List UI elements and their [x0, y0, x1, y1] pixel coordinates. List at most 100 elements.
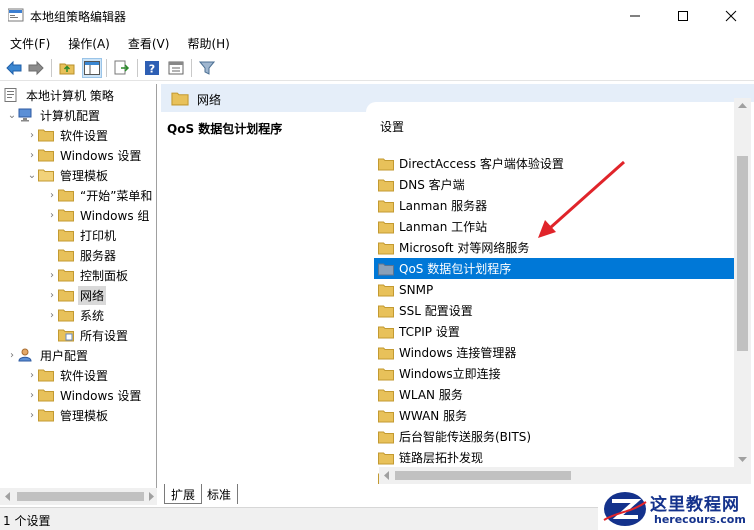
computer-icon	[18, 108, 32, 122]
scroll-down-icon[interactable]	[738, 455, 747, 463]
forward-button[interactable]	[26, 58, 46, 78]
list-item-label: WWAN 服务	[399, 409, 468, 423]
chevron-right-icon[interactable]: ›	[46, 205, 58, 225]
tree-root[interactable]: 本地计算机 策略	[4, 85, 116, 105]
tree-item-server[interactable]: 服务器	[58, 245, 118, 265]
tree-item-printers[interactable]: 打印机	[58, 225, 118, 245]
minimize-button[interactable]	[612, 0, 658, 31]
folder-icon	[378, 242, 394, 254]
list-item-label: DirectAccess 客户端体验设置	[399, 157, 564, 171]
tree-item-windows-components[interactable]: › Windows 组	[46, 205, 151, 225]
tab-standard[interactable]: 标准	[201, 484, 239, 504]
tree-item-system[interactable]: › 系统	[46, 305, 106, 325]
chevron-right-icon[interactable]: ›	[46, 185, 58, 205]
menu-action[interactable]: 操作(A)	[58, 31, 118, 53]
list-item-label: 链路层拓扑发现	[399, 451, 484, 465]
list-item-label: SSL 配置设置	[399, 304, 473, 318]
folder-icon	[378, 326, 394, 338]
up-one-level-button[interactable]	[58, 58, 78, 78]
scrollbar-thumb[interactable]	[395, 471, 571, 480]
properties-button[interactable]	[166, 58, 186, 78]
tab-extended[interactable]: 扩展	[164, 484, 203, 504]
list-item[interactable]: QoS 数据包计划程序	[374, 258, 734, 279]
tree-horizontal-scrollbar[interactable]	[0, 488, 157, 505]
folder-icon	[378, 305, 394, 317]
list-item[interactable]: DirectAccess 客户端体验设置	[374, 153, 734, 174]
chevron-right-icon[interactable]: ›	[26, 405, 38, 425]
filter-icon	[199, 61, 215, 75]
tree-label: 所有设置	[80, 328, 129, 343]
scroll-up-icon[interactable]	[738, 102, 747, 110]
chevron-right-icon[interactable]: ›	[26, 145, 38, 165]
chevron-right-icon[interactable]: ›	[26, 365, 38, 385]
properties-icon	[168, 61, 184, 75]
scroll-left-icon[interactable]	[4, 492, 12, 501]
list-item[interactable]: SSL 配置设置	[374, 300, 734, 321]
chevron-right-icon[interactable]: ›	[46, 305, 58, 325]
list-item[interactable]: Windows 连接管理器	[374, 342, 734, 363]
scroll-left-icon[interactable]	[383, 471, 391, 480]
list-item[interactable]: 链路层拓扑发现	[374, 447, 734, 468]
column-header-settings[interactable]: 设置	[380, 118, 404, 135]
filter-button[interactable]	[197, 58, 217, 78]
list-item[interactable]: Lanman 服务器	[374, 195, 734, 216]
folder-icon	[378, 452, 394, 464]
minimize-icon	[630, 15, 640, 16]
scrollbar-thumb[interactable]	[17, 492, 144, 501]
chevron-right-icon[interactable]: ›	[26, 125, 38, 145]
list-item[interactable]: TCPIP 设置	[374, 321, 734, 342]
list-horizontal-scrollbar[interactable]	[379, 467, 734, 484]
site-watermark: 这里教程网 herecours.com	[598, 488, 754, 530]
chevron-right-icon[interactable]: ›	[26, 385, 38, 405]
list-item[interactable]: Microsoft 对等网络服务	[374, 237, 734, 258]
export-list-button[interactable]	[112, 58, 132, 78]
tree-label: 系统	[80, 308, 105, 323]
menu-help[interactable]: 帮助(H)	[177, 31, 237, 53]
tree-item-windows-settings[interactable]: › Windows 设置	[26, 145, 143, 165]
chevron-right-icon[interactable]: ›	[46, 265, 58, 285]
help-button[interactable]: ?	[142, 58, 162, 78]
tree-label: 打印机	[80, 228, 117, 243]
chevron-down-icon[interactable]: ⌄	[6, 105, 18, 125]
close-button[interactable]	[708, 0, 754, 31]
list-item-label: Microsoft 对等网络服务	[399, 241, 530, 255]
tree-item-control-panel[interactable]: › 控制面板	[46, 265, 130, 285]
tree-pane: 本地计算机 策略 ⌄ 计算机配置 › 软件设置 › Windows 设置 ⌄ 管…	[0, 84, 157, 505]
show-hide-tree-button[interactable]	[82, 58, 102, 78]
tree-item-software-settings[interactable]: › 软件设置	[26, 125, 110, 145]
chevron-down-icon[interactable]: ⌄	[26, 165, 38, 185]
menu-file[interactable]: 文件(F)	[0, 31, 58, 53]
scrollbar-thumb[interactable]	[737, 156, 748, 351]
tree-item-computer-config[interactable]: ⌄ 计算机配置	[6, 105, 102, 125]
list-vertical-scrollbar[interactable]	[734, 98, 751, 468]
tree-item-user-windows-settings[interactable]: › Windows 设置	[26, 385, 143, 405]
tree-label: 本地计算机 策略	[26, 88, 114, 103]
tree-item-network[interactable]: › 网络	[46, 285, 107, 305]
list-item[interactable]: 后台智能传送服务(BITS)	[374, 426, 734, 447]
list-item[interactable]: DNS 客户端	[374, 174, 734, 195]
folder-icon	[58, 189, 74, 202]
list-item[interactable]: WWAN 服务	[374, 405, 734, 426]
tree-item-admin-templates[interactable]: ⌄ 管理模板	[26, 165, 110, 185]
list-item[interactable]: WLAN 服务	[374, 384, 734, 405]
list-item[interactable]: SNMP	[374, 279, 734, 300]
tree-item-all-settings[interactable]: 所有设置	[58, 325, 130, 345]
folder-icon	[58, 309, 74, 322]
tree-item-user-software-settings[interactable]: › 软件设置	[26, 365, 110, 385]
scroll-right-icon[interactable]	[147, 492, 155, 501]
back-button[interactable]	[4, 58, 24, 78]
folder-icon	[378, 431, 394, 443]
folder-icon	[58, 249, 74, 262]
tree-item-start-menu[interactable]: › “开始”菜单和	[46, 185, 154, 205]
list-item[interactable]: Windows立即连接	[374, 363, 734, 384]
chevron-right-icon[interactable]: ›	[46, 285, 58, 305]
list-item-label: SNMP	[399, 282, 434, 297]
menu-view[interactable]: 查看(V)	[118, 31, 178, 53]
list-item[interactable]: Lanman 工作站	[374, 216, 734, 237]
tree-item-user-config[interactable]: › 用户配置	[6, 345, 90, 365]
forward-arrow-icon	[28, 60, 44, 76]
chevron-right-icon[interactable]: ›	[6, 345, 18, 365]
tree-label: 服务器	[80, 248, 117, 263]
tree-item-user-admin-templates[interactable]: › 管理模板	[26, 405, 110, 425]
maximize-button[interactable]	[660, 0, 706, 31]
